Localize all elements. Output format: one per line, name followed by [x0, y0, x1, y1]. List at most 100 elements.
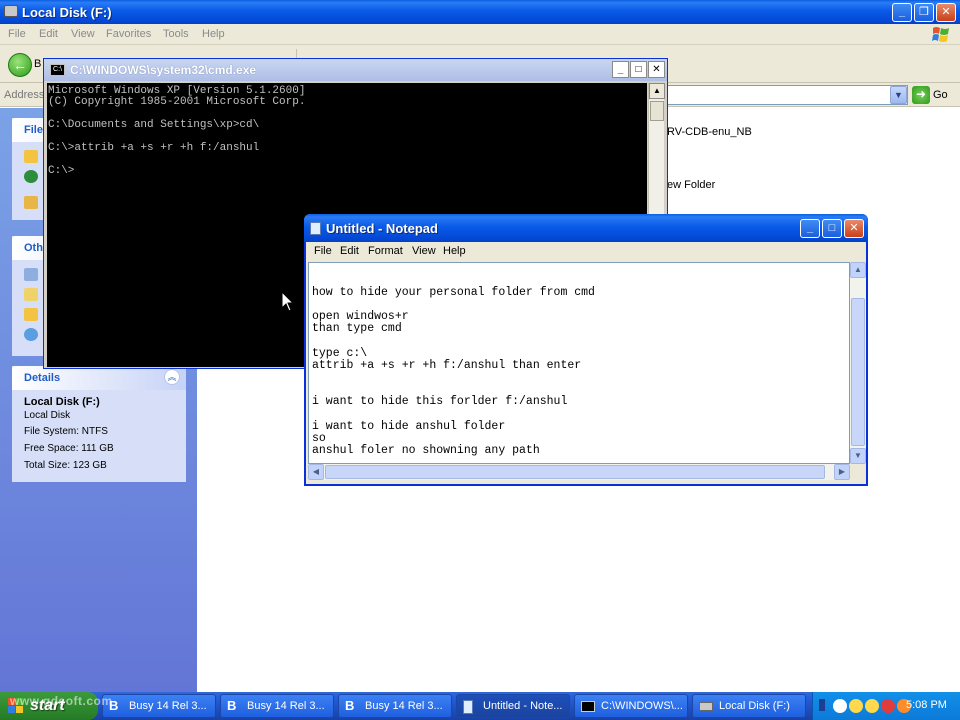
notepad-close-button[interactable]: ✕: [844, 219, 864, 238]
watermark-text: www.qdsoft.com: [10, 694, 113, 708]
cmd-line: C:\>attrib +a +s +r +h f:/anshul: [48, 142, 260, 154]
scroll-up-icon[interactable]: ▲: [850, 262, 866, 278]
go-arrow-icon[interactable]: ➜: [912, 86, 930, 104]
explorer-title-bar[interactable]: Local Disk (F:) _ ❐ ✕: [0, 0, 960, 24]
notepad-window: Untitled - Notepad _ □ ✕ File Edit Forma…: [304, 214, 868, 486]
notepad-icon: [310, 222, 321, 235]
menu-view[interactable]: View: [71, 28, 95, 40]
menu-file[interactable]: File: [8, 28, 26, 40]
console-icon: [581, 701, 595, 712]
np-menu-edit[interactable]: Edit: [340, 245, 359, 257]
tray-app-icon-2[interactable]: [849, 699, 863, 713]
notepad-text-area[interactable]: how to hide your personal folder from cm…: [308, 262, 850, 464]
new-folder-icon[interactable]: [24, 150, 38, 163]
menu-edit[interactable]: Edit: [39, 28, 58, 40]
taskbar-button-notepad[interactable]: Untitled - Note...: [456, 694, 570, 718]
file-item-new-folder[interactable]: ew Folder: [667, 179, 715, 191]
drive-icon: [699, 702, 713, 711]
notepad-hscroll-thumb[interactable]: [325, 465, 825, 479]
cmd-scroll-thumb[interactable]: [650, 101, 664, 121]
np-line: i want to hide anshul folder: [312, 420, 506, 433]
notepad-minimize-button[interactable]: _: [800, 219, 820, 238]
np-line: i want to hide this forlder f:/anshul: [312, 395, 568, 408]
taskbar-button-local-disk[interactable]: Local Disk (F:): [692, 694, 806, 718]
scroll-left-icon[interactable]: ◀: [308, 464, 324, 480]
np-menu-file[interactable]: File: [314, 245, 332, 257]
close-button[interactable]: ✕: [936, 3, 956, 22]
details-file-system: File System: NTFS: [24, 426, 108, 437]
busy-app-icon: B: [345, 698, 355, 713]
address-label: Address: [4, 89, 45, 101]
scroll-down-icon[interactable]: ▼: [850, 448, 866, 464]
np-line: anshul foler no showning any path: [312, 444, 540, 457]
cmd-line: C:\Documents and Settings\xp>cd\: [48, 119, 260, 131]
share-folder-icon[interactable]: [24, 196, 38, 209]
cmd-maximize-button[interactable]: □: [630, 61, 647, 78]
minimize-button[interactable]: _: [892, 3, 912, 22]
notepad-horizontal-scrollbar[interactable]: ◀ ▶: [308, 464, 850, 480]
go-button[interactable]: Go: [933, 89, 948, 101]
tray-expand-chevron-icon[interactable]: [819, 699, 825, 711]
np-line: than type cmd: [312, 322, 402, 335]
my-network-icon[interactable]: [24, 328, 38, 341]
details-box: Details ︽ Local Disk (F:) Local Disk Fil…: [12, 366, 186, 482]
mouse-cursor-icon: [282, 292, 294, 312]
busy-app-icon: B: [227, 698, 237, 713]
explorer-title: Local Disk (F:): [22, 5, 112, 20]
taskbar: start B Busy 14 Rel 3... B Busy 14 Rel 3…: [0, 692, 960, 720]
np-menu-view[interactable]: View: [412, 245, 436, 257]
taskbar-clock[interactable]: 5:08 PM: [906, 699, 947, 711]
my-documents-icon[interactable]: [24, 288, 38, 301]
tray-app-icon-1[interactable]: [833, 699, 847, 713]
console-icon: C:\: [50, 64, 65, 76]
restore-button[interactable]: ❐: [914, 3, 934, 22]
taskbar-button-busy-3[interactable]: B Busy 14 Rel 3...: [338, 694, 452, 718]
windows-logo-icon: [932, 27, 949, 42]
details-type: Local Disk: [24, 410, 71, 421]
other-places-heading[interactable]: Oth: [24, 242, 43, 254]
details-heading[interactable]: Details: [24, 372, 60, 384]
notepad-vscroll-thumb[interactable]: [851, 298, 865, 446]
taskbar-button-busy-1[interactable]: B Busy 14 Rel 3...: [102, 694, 216, 718]
back-arrow-icon[interactable]: ←: [8, 53, 32, 77]
explorer-menu-bar: File Edit View Favorites Tools Help: [0, 24, 960, 45]
np-line: how to hide your personal folder from cm…: [312, 286, 595, 299]
np-menu-format[interactable]: Format: [368, 245, 403, 257]
cmd-close-button[interactable]: ✕: [648, 61, 665, 78]
notepad-maximize-button[interactable]: □: [822, 219, 842, 238]
np-menu-help[interactable]: Help: [443, 245, 466, 257]
cmd-title: C:\WINDOWS\system32\cmd.exe: [70, 63, 257, 77]
cmd-line: (C) Copyright 1985-2001 Microsoft Corp.: [48, 96, 306, 108]
notepad-vertical-scrollbar[interactable]: ▲ ▼: [850, 262, 866, 464]
taskbar-button-cmd[interactable]: C:\WINDOWS\...: [574, 694, 688, 718]
notepad-title-bar[interactable]: Untitled - Notepad _ □ ✕: [304, 214, 868, 242]
scroll-right-icon[interactable]: ▶: [834, 464, 850, 480]
resize-grip-icon[interactable]: [850, 464, 866, 480]
menu-tools[interactable]: Tools: [163, 28, 189, 40]
cmd-minimize-button[interactable]: _: [612, 61, 629, 78]
file-item-rv-cdb[interactable]: RV-CDB-enu_NB: [667, 126, 752, 138]
file-tasks-heading[interactable]: File: [24, 124, 43, 136]
details-total-size: Total Size: 123 GB: [24, 460, 107, 471]
drive-icon: [4, 5, 18, 17]
address-dropdown-icon[interactable]: ▼: [890, 86, 907, 104]
menu-favorites[interactable]: Favorites: [106, 28, 151, 40]
publish-web-icon[interactable]: [24, 170, 38, 183]
collapse-chevron-icon[interactable]: ︽: [164, 369, 180, 385]
scroll-up-icon[interactable]: ▲: [649, 83, 665, 99]
cmd-line: C:\>: [48, 165, 75, 177]
details-name: Local Disk (F:): [24, 396, 100, 408]
menu-help[interactable]: Help: [202, 28, 225, 40]
back-label[interactable]: B: [34, 58, 41, 70]
my-computer-icon[interactable]: [24, 268, 38, 281]
details-free-space: Free Space: 111 GB: [24, 443, 114, 454]
tray-search-icon[interactable]: [881, 699, 895, 713]
notepad-menu-bar: File Edit Format View Help: [306, 242, 866, 262]
tray-messenger-icon[interactable]: [865, 699, 879, 713]
notepad-title: Untitled - Notepad: [326, 221, 438, 236]
np-line: attrib +a +s +r +h f:/anshul than enter: [312, 359, 582, 372]
notepad-icon: [463, 700, 473, 714]
cmd-title-bar[interactable]: C:\ C:\WINDOWS\system32\cmd.exe _ □ ✕: [44, 59, 667, 81]
shared-documents-icon[interactable]: [24, 308, 38, 321]
taskbar-button-busy-2[interactable]: B Busy 14 Rel 3...: [220, 694, 334, 718]
